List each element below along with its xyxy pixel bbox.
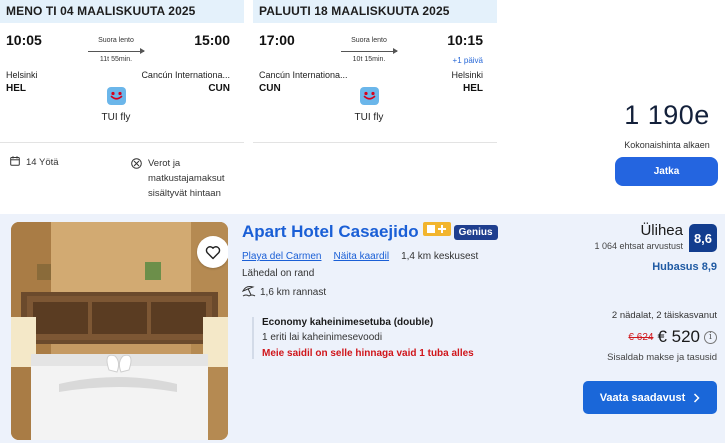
nights-label: 14 Yötä (26, 157, 59, 168)
show-on-map-link[interactable]: Näita kaardil (333, 251, 389, 262)
hotel-pricing: 2 nädalat, 2 täiskasvanut € 624 € 520 i … (557, 310, 717, 363)
return-stops: Suora lento (351, 37, 387, 44)
taxes-included: Sisaldab makse ja tasusid (607, 352, 717, 363)
return-plus-day: +1 päivä (452, 56, 483, 65)
outbound-arrow (88, 48, 145, 54)
total-price-label: Kokonaishinta alkaen (624, 140, 710, 150)
see-availability-label: Vaata saadavust (599, 391, 686, 404)
tui-smile-icon (360, 87, 379, 105)
return-arrival-time: 10:15 (447, 32, 483, 48)
genius-badge: Genius (453, 225, 498, 240)
outbound-duration: 11t 55min. (99, 56, 133, 63)
calendar-icon (10, 156, 20, 169)
outbound-arrival-code: CUN (208, 83, 230, 94)
hotel-room-image (11, 222, 228, 440)
total-price: 1 190e (624, 100, 710, 130)
rating-word: Ülihea (640, 222, 683, 239)
occupancy: 2 nädalat, 2 täiskasvanut (611, 310, 717, 321)
return-departure-time: 17:00 (259, 32, 295, 48)
outbound-airline: TUI fly (101, 112, 131, 123)
beach-umbrella-icon (241, 285, 256, 300)
outbound-flight-path: Suora lento 11t 55min. (88, 37, 145, 63)
chevron-right-icon (694, 392, 700, 403)
hotel-card: Apart Hotel Casaejido Genius Playa del Ca… (0, 214, 725, 443)
return-flight-path: Suora lento 10t 15min. (341, 37, 398, 63)
outbound-arrival-time: 15:00 (194, 32, 230, 48)
tui-smile-icon (107, 87, 126, 105)
return-flight: PALUUTI 18 MAALISKUUTA 2025 17:00 Suora … (253, 0, 497, 212)
current-price: € 520 (657, 327, 700, 346)
outbound-departure-time: 10:05 (6, 32, 42, 48)
outbound-stops: Suora lento (98, 37, 134, 44)
taxes-note: Verot ja matkustajamaksut sisältyvät hin… (131, 156, 254, 201)
no-fees-icon (131, 158, 142, 201)
see-availability-button[interactable]: Vaata saadavust (583, 381, 717, 414)
star-rating-icon (422, 222, 451, 236)
scarcity-message: Meie saidil on selle hinnaga vaid 1 tuba… (262, 348, 474, 359)
near-beach: Lähedal on rand (242, 268, 315, 279)
trip-nights: 14 Yötä (10, 156, 59, 169)
divider (0, 142, 244, 143)
location-row: Playa del Carmen Näita kaardil 1,4 km ke… (242, 251, 562, 262)
heart-icon (205, 245, 221, 259)
score-badge: 8,6 (689, 224, 717, 252)
return-arrow (341, 48, 398, 54)
continue-button[interactable]: Jatka (615, 157, 718, 186)
return-departure-code: CUN (259, 83, 281, 94)
divider (253, 142, 497, 143)
hotel-photo[interactable] (11, 222, 228, 440)
room-details: Economy kaheinimesetuba (double) 1 eriti… (252, 317, 474, 359)
taxes-label: Verot ja matkustajamaksut sisältyvät hin… (148, 158, 225, 199)
favorite-button[interactable] (197, 236, 228, 268)
flight-summary-card: MENO TI 04 MAALISKUUTA 2025 10:05 Suora … (0, 0, 725, 212)
return-departure-city: Cancún Internationa... (259, 70, 348, 80)
review-count: 1 064 ehtsat arvustust (594, 241, 683, 251)
hotel-name-link[interactable]: Apart Hotel Casaejido (242, 222, 419, 242)
subscore: Hubasus 8,9 (652, 261, 717, 273)
distance-center: 1,4 km keskusest (401, 251, 479, 262)
return-duration: 10t 15min. (352, 56, 386, 63)
original-price: € 624 (628, 331, 654, 343)
outbound-header: MENO TI 04 MAALISKUUTA 2025 (0, 0, 244, 23)
room-type: Economy kaheinimesetuba (double) (262, 317, 434, 328)
return-header: PALUUTI 18 MAALISKUUTA 2025 (253, 0, 497, 23)
return-airline: TUI fly (354, 112, 384, 123)
beach-distance: 1,6 km rannast (260, 287, 327, 298)
trip-price-panel: 1 190e Kokonaishinta alkaen Jatka (615, 100, 719, 186)
return-arrival-city: Helsinki (451, 70, 483, 80)
beach-distance-row: 1,6 km rannast (241, 285, 562, 300)
outbound-departure-code: HEL (6, 83, 26, 94)
outbound-arrival-city: Cancún Internationa... (141, 70, 230, 80)
city-link[interactable]: Playa del Carmen (242, 251, 321, 262)
price-line: € 624 € 520 i (557, 327, 717, 347)
info-icon[interactable]: i (704, 330, 717, 344)
room-bed: 1 eriti lai kaheinimesevoodi (262, 332, 383, 343)
return-arrival-code: HEL (463, 83, 483, 94)
hotel-info: Apart Hotel Casaejido Genius Playa del Ca… (241, 222, 562, 359)
outbound-departure-city: Helsinki (6, 70, 38, 80)
